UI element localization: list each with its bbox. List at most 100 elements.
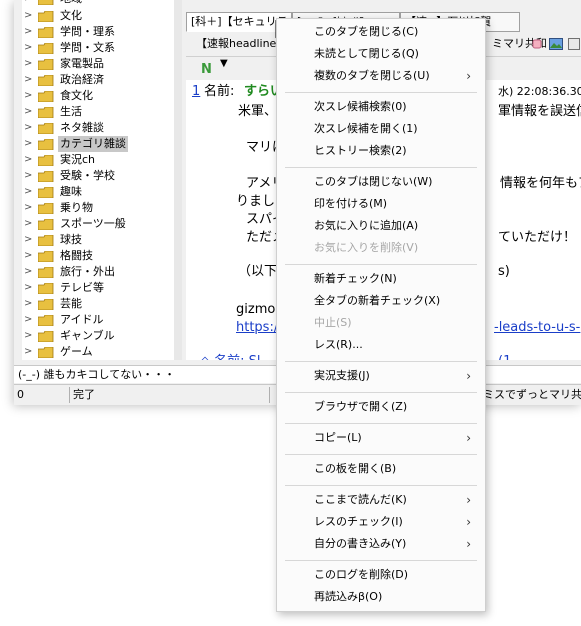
- menu-open-in-browser[interactable]: ブラウザで開く(Z): [277, 396, 485, 418]
- next-post-header: ◇ 名前: Sl: [200, 352, 261, 360]
- post-link[interactable]: -leads-to-u-s-: [494, 318, 580, 338]
- chevron-right-icon[interactable]: >: [24, 296, 34, 312]
- next-post-date: (1: [498, 352, 511, 360]
- folder-icon: [38, 315, 54, 326]
- submenu-arrow-icon: ›: [466, 537, 471, 551]
- folder-icon: [38, 139, 54, 150]
- folder-icon: [38, 299, 54, 310]
- menu-separator: [285, 92, 477, 93]
- chevron-right-icon[interactable]: >: [24, 56, 34, 72]
- submenu-arrow-icon: ›: [466, 515, 471, 529]
- menu-reply[interactable]: レス(R)...: [277, 334, 485, 356]
- chevron-right-icon[interactable]: >: [24, 0, 34, 7]
- chevron-right-icon[interactable]: >: [24, 264, 34, 280]
- folder-icon: [38, 283, 54, 294]
- folder-icon: [38, 75, 54, 86]
- image-icon[interactable]: [549, 38, 563, 50]
- menu-separator: [285, 167, 477, 168]
- menu-separator: [285, 560, 477, 561]
- menu-check-replies[interactable]: レスのチェック(I) ›: [277, 511, 485, 533]
- menu-stop[interactable]: 中止(S): [277, 312, 485, 334]
- post-text: s): [498, 264, 510, 279]
- chevron-right-icon[interactable]: >: [24, 104, 34, 120]
- tree-scrollbar[interactable]: [174, 0, 182, 360]
- menu-remove-favorite[interactable]: お気に入りを削除(V): [277, 237, 485, 259]
- menu-delete-log[interactable]: このログを削除(D): [277, 564, 485, 586]
- chevron-right-icon[interactable]: >: [24, 40, 34, 56]
- chevron-right-icon[interactable]: >: [24, 216, 34, 232]
- menu-close-as-unread[interactable]: 未読として閉じる(Q): [277, 43, 485, 65]
- folder-icon: [38, 27, 54, 38]
- svg-text:N: N: [201, 62, 212, 76]
- folder-icon: [38, 11, 54, 22]
- post-name-label: 名前:: [204, 84, 235, 99]
- folder-icon: [38, 107, 54, 118]
- post-date: 水) 22:08:36.30: [498, 85, 581, 98]
- chevron-right-icon[interactable]: >: [24, 152, 34, 168]
- menu-read-up-to-here[interactable]: ここまで読んだ(K) ›: [277, 489, 485, 511]
- menu-separator: [285, 423, 477, 424]
- chevron-right-icon[interactable]: >: [24, 232, 34, 248]
- chevron-right-icon[interactable]: >: [24, 136, 34, 152]
- folder-icon: [38, 219, 54, 230]
- menu-close-multiple-tabs[interactable]: 複数のタブを閉じる(U) ›: [277, 65, 485, 87]
- folder-icon: [38, 203, 54, 214]
- folder-icon: [38, 251, 54, 262]
- chevron-right-icon[interactable]: >: [24, 168, 34, 184]
- chevron-right-icon[interactable]: >: [24, 120, 34, 136]
- tab-context-menu: このタブを閉じる(C) 未読として閉じる(Q) 複数のタブを閉じる(U) › 次ス…: [276, 18, 486, 612]
- menu-separator: [285, 392, 477, 393]
- menu-close-tab[interactable]: このタブを閉じる(C): [277, 21, 485, 43]
- folder-icon: [38, 0, 54, 5]
- folder-icon: [38, 59, 54, 70]
- menu-history-search[interactable]: ヒストリー検索(2): [277, 140, 485, 162]
- chevron-right-icon[interactable]: >: [24, 184, 34, 200]
- folder-icon: [38, 171, 54, 182]
- folder-icon: [38, 331, 54, 342]
- post-number[interactable]: 1: [192, 82, 200, 102]
- folder-icon: [38, 155, 54, 166]
- chevron-right-icon[interactable]: >: [24, 24, 34, 40]
- chevron-right-icon[interactable]: >: [24, 280, 34, 296]
- status-thread-title: ミスでずっとマリ共和国: [483, 388, 581, 401]
- menu-copy[interactable]: コピー(L) ›: [277, 427, 485, 449]
- folder-icon: [38, 91, 54, 102]
- chevron-right-icon[interactable]: >: [24, 344, 34, 360]
- menu-search-next-thread[interactable]: 次スレ候補検索(0): [277, 96, 485, 118]
- folder-icon: [38, 267, 54, 278]
- post-text: 情報を何年もア: [500, 176, 581, 191]
- menu-add-favorite[interactable]: お気に入りに追加(A): [277, 215, 485, 237]
- menu-separator: [285, 361, 477, 362]
- post-text: 軍情報を誤送信: [498, 104, 581, 119]
- menu-keep-tab-open[interactable]: このタブは閉じない(W): [277, 171, 485, 193]
- menu-add-mark[interactable]: 印を付ける(M): [277, 193, 485, 215]
- submenu-arrow-icon: ›: [466, 69, 471, 83]
- status-count: 0: [14, 387, 70, 403]
- panel-icon[interactable]: [568, 38, 580, 50]
- menu-open-board[interactable]: この板を開く(B): [277, 458, 485, 480]
- new-icon[interactable]: N: [200, 60, 216, 76]
- folder-icon: [38, 123, 54, 134]
- eraser-icon[interactable]: [531, 38, 543, 50]
- menu-check-new[interactable]: 新着チェック(N): [277, 268, 485, 290]
- folder-icon: [38, 43, 54, 54]
- menu-separator: [285, 485, 477, 486]
- dropdown-arrow-icon[interactable]: ▼: [220, 58, 228, 69]
- menu-live-support[interactable]: 実況支援(J) ›: [277, 365, 485, 387]
- post-text: ていただけ！: [498, 230, 577, 245]
- menu-check-all-tabs[interactable]: 全タブの新着チェック(X): [277, 290, 485, 312]
- menu-reload-beta[interactable]: 再読込みβ(O): [277, 586, 485, 608]
- folder-icon: [38, 347, 54, 358]
- submenu-arrow-icon: ›: [466, 369, 471, 383]
- chevron-right-icon[interactable]: >: [24, 72, 34, 88]
- category-tree: >地域 >文化 >学問・理系 >学問・文系 >家電製品 >政治経済 >食文化 >…: [22, 0, 174, 360]
- chevron-right-icon[interactable]: >: [24, 248, 34, 264]
- chevron-right-icon[interactable]: >: [24, 8, 34, 24]
- status-state: 完了: [70, 387, 270, 403]
- menu-open-next-thread[interactable]: 次スレ候補を開く(1): [277, 118, 485, 140]
- chevron-right-icon[interactable]: >: [24, 312, 34, 328]
- chevron-right-icon[interactable]: >: [24, 328, 34, 344]
- menu-my-posts[interactable]: 自分の書き込み(Y) ›: [277, 533, 485, 555]
- chevron-right-icon[interactable]: >: [24, 88, 34, 104]
- chevron-right-icon[interactable]: >: [24, 200, 34, 216]
